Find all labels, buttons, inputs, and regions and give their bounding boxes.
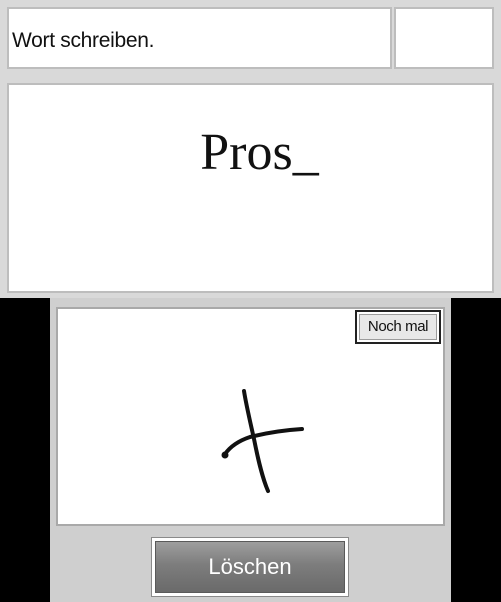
bottom-screen: Noch mal Löschen [0,298,501,602]
touch-screen: Noch mal Löschen [50,298,451,602]
word-text: Pros_ [200,124,319,181]
clear-button-face: Löschen [155,541,345,593]
instruction-text: Wort schreiben. [12,29,155,52]
top-screen: Wort schreiben. Pros_ [0,0,501,298]
retry-button[interactable]: Noch mal [355,310,441,344]
corner-panel [394,7,494,69]
handwriting-canvas[interactable]: Noch mal [56,307,445,526]
instruction-panel: Wort schreiben. [7,7,392,69]
clear-button-label: Löschen [208,554,292,579]
clear-button[interactable]: Löschen [151,537,349,597]
word-display-panel: Pros_ [7,83,494,293]
